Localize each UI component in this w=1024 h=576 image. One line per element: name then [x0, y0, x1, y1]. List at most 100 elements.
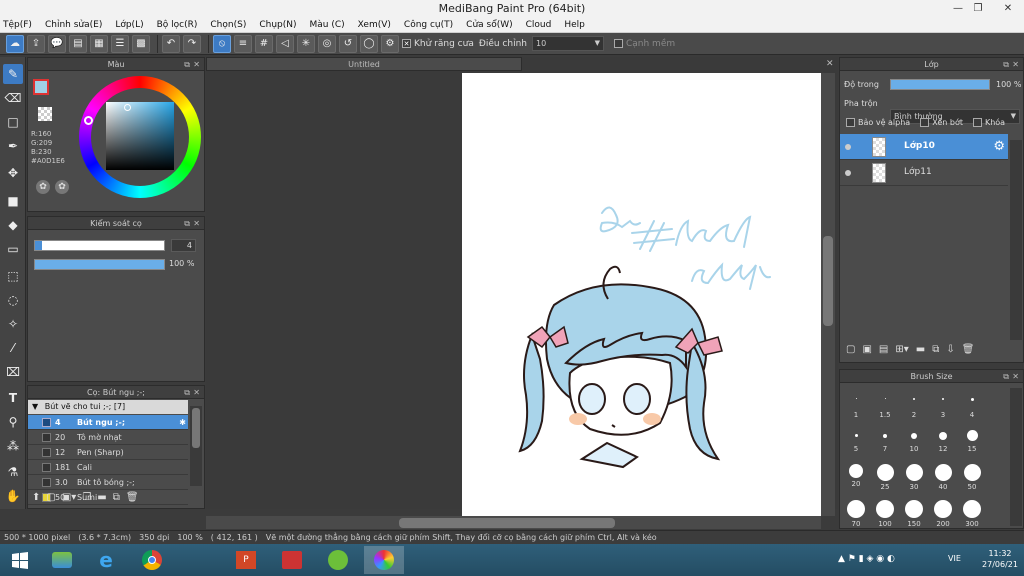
- menu-color[interactable]: Màu (C): [310, 20, 345, 30]
- eye-icon[interactable]: [845, 144, 851, 150]
- clock[interactable]: 11:32 27/06/21: [980, 548, 1020, 570]
- brush-duplicate-icon[interactable]: ⧉: [113, 492, 120, 508]
- close-icon[interactable]: ✕: [1012, 58, 1019, 71]
- brush-folder-icon[interactable]: ▬: [97, 492, 106, 508]
- layer-row[interactable]: Lớp11: [840, 160, 1008, 186]
- brush-opacity-slider[interactable]: [34, 259, 165, 270]
- brush-delete-icon[interactable]: 🗑: [126, 492, 139, 508]
- brush-size-option[interactable]: 20: [843, 464, 869, 488]
- language-indicator[interactable]: VIE: [948, 554, 961, 563]
- new-brush-icon[interactable]: ▢: [46, 492, 55, 508]
- brush-size-option[interactable]: 4: [959, 392, 985, 419]
- brush-size-option[interactable]: 2: [901, 392, 927, 419]
- undo-icon[interactable]: ↶: [162, 34, 180, 53]
- bucket-tool-icon[interactable]: ◆: [3, 215, 23, 235]
- sv-picker-handle[interactable]: [124, 104, 131, 111]
- duplicate-layer-icon[interactable]: ⧉: [932, 344, 939, 360]
- close-icon[interactable]: ✕: [1012, 370, 1019, 383]
- powerpoint-icon[interactable]: P: [226, 546, 266, 574]
- select-rect-icon[interactable]: ⬚: [3, 266, 23, 286]
- merge-layer-icon[interactable]: ⇩: [946, 344, 954, 360]
- brush-size-option[interactable]: 30: [901, 464, 927, 491]
- add-layer-menu-icon[interactable]: ⊞▾: [895, 344, 908, 360]
- pen-tool-icon[interactable]: ✒: [3, 136, 23, 156]
- new-8bit-layer-icon[interactable]: ▤: [879, 344, 888, 360]
- parallel-snap-icon[interactable]: ≡: [234, 34, 252, 53]
- grid-icon[interactable]: ▩: [132, 34, 150, 53]
- redo-icon[interactable]: ↷: [183, 34, 201, 53]
- close-icon[interactable]: ✕: [193, 386, 200, 399]
- select-eraser-icon[interactable]: ⌧: [3, 362, 23, 382]
- windows-start-icon[interactable]: [0, 546, 40, 574]
- lock-checkbox[interactable]: [972, 118, 982, 127]
- brush-copy-icon[interactable]: ❐: [82, 492, 91, 508]
- layer-row[interactable]: Lớp10 ⚙: [840, 134, 1008, 160]
- adjust-select[interactable]: 10 ▼: [531, 36, 604, 51]
- brush-list-scrollbar[interactable]: [190, 406, 202, 486]
- palette-icon[interactable]: ✿: [36, 180, 50, 194]
- brush-size-option[interactable]: 10: [901, 430, 927, 453]
- restore-icon[interactable]: ❐: [965, 0, 991, 17]
- canvas-close-icon[interactable]: ✕: [826, 59, 834, 69]
- brush-size-option[interactable]: 50: [959, 464, 985, 491]
- brush-add-icon[interactable]: ⬆: [32, 492, 40, 508]
- brush-tool-icon[interactable]: ✎: [3, 64, 23, 84]
- menu-filter[interactable]: Bộ lọc(R): [157, 20, 198, 30]
- brush-item[interactable]: 20 Tô mờ nhạt: [28, 430, 188, 445]
- vanish-snap-icon[interactable]: ◁: [276, 34, 294, 53]
- medibang-taskbar-icon[interactable]: [364, 546, 404, 574]
- ellipse-snap-icon[interactable]: ◯: [360, 34, 378, 53]
- dropper-tool-icon[interactable]: ⁂: [3, 436, 23, 456]
- lasso-icon[interactable]: ◌: [3, 290, 23, 310]
- float-icon[interactable]: ⧉: [1003, 58, 1009, 71]
- brush-size-option[interactable]: 3: [930, 392, 956, 419]
- brush-size-option[interactable]: 70: [843, 500, 869, 528]
- eye-icon[interactable]: [845, 170, 851, 176]
- brush-size-option[interactable]: 1.5: [872, 392, 898, 419]
- brush-size-option[interactable]: 12: [930, 430, 956, 453]
- share-icon[interactable]: ⇪: [27, 34, 45, 53]
- layer-opacity-slider[interactable]: [890, 79, 990, 90]
- brush-size-option[interactable]: 300: [959, 500, 985, 528]
- brush-size-option[interactable]: 150: [901, 500, 927, 528]
- foreground-color-swatch[interactable]: [33, 79, 49, 95]
- text-tool-icon[interactable]: T: [3, 388, 23, 408]
- brush-size-option[interactable]: 25: [872, 464, 898, 491]
- brush-item[interactable]: 4 Bút ngu ;-; ✱: [28, 415, 188, 430]
- move-tool-icon[interactable]: ✥: [3, 163, 23, 183]
- fill-rect-tool-icon[interactable]: ■: [3, 191, 23, 211]
- menu-window[interactable]: Cửa sổ(W): [466, 20, 512, 30]
- radial-snap-icon[interactable]: ✳: [297, 34, 315, 53]
- chrome-icon[interactable]: [132, 546, 172, 574]
- brush-size-option[interactable]: 40: [930, 464, 956, 491]
- app-icon[interactable]: [318, 546, 358, 574]
- vertical-scroll-thumb[interactable]: [823, 236, 833, 326]
- magic-wand-icon[interactable]: ✧: [3, 314, 23, 334]
- app-icon[interactable]: [272, 546, 312, 574]
- select-pen-icon[interactable]: ⁄: [3, 338, 23, 358]
- eraser-tool-icon[interactable]: ⌫: [3, 88, 23, 108]
- bluestacks-icon[interactable]: [42, 546, 82, 574]
- circle-snap-icon[interactable]: ◎: [318, 34, 336, 53]
- internet-explorer-icon[interactable]: e: [86, 546, 126, 574]
- tray-icons[interactable]: ▲ ⚑ ▮ ◈ ◉ ◐: [838, 554, 895, 564]
- brush-size-value[interactable]: 4: [171, 239, 196, 252]
- message-icon[interactable]: ▤: [69, 34, 87, 53]
- list-icon[interactable]: ☰: [111, 34, 129, 53]
- clipping-checkbox[interactable]: [920, 118, 930, 127]
- close-icon[interactable]: ✕: [992, 0, 1024, 17]
- float-icon[interactable]: ⧉: [184, 217, 190, 230]
- drawing-canvas[interactable]: [462, 73, 821, 516]
- float-icon[interactable]: ⧉: [184, 58, 190, 71]
- brush-size-option[interactable]: 100: [872, 500, 898, 528]
- menu-cloud[interactable]: Cloud: [526, 20, 552, 30]
- expand-icon[interactable]: ▼: [32, 402, 38, 411]
- brush-size-slider[interactable]: [34, 240, 165, 251]
- hand-tool-icon[interactable]: ✋: [3, 486, 23, 506]
- horizontal-scroll-thumb[interactable]: [399, 518, 615, 528]
- new-layer-icon[interactable]: ▢: [846, 344, 855, 360]
- brush-size-option[interactable]: 15: [959, 430, 985, 453]
- palette-settings-icon[interactable]: ✿: [55, 180, 69, 194]
- comment-icon[interactable]: 💬: [48, 34, 66, 53]
- canvas-tab[interactable]: Untitled: [206, 57, 522, 71]
